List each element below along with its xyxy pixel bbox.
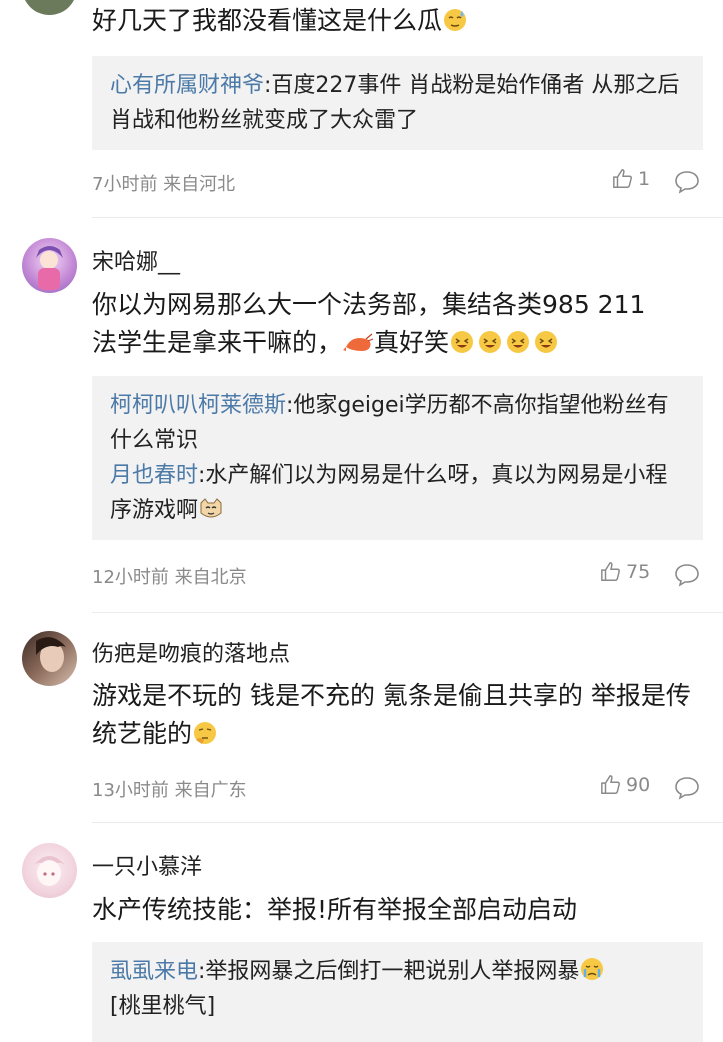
- reply-item[interactable]: 心有所属财神爷:百度227事件 肖战粉是始作俑者 从那之后肖战和他粉丝就变成了大…: [110, 68, 685, 138]
- reply-item[interactable]: 月也春时:水产解们以为网易是什么呀，真以为网易是小程序游戏啊: [110, 458, 685, 528]
- reply-box[interactable]: 虱虱来电:举报网暴之后倒打一耙说别人举报网暴 [桃里桃气]: [92, 942, 703, 1042]
- comment-bubble-icon[interactable]: [674, 776, 700, 800]
- like-count: 90: [626, 774, 651, 796]
- laughing-emoji-icon: [451, 331, 558, 353]
- sweat-emoji-icon: [444, 9, 467, 31]
- comment-text: 好几天了我都没看懂这是什么瓜: [92, 2, 707, 40]
- like-count: 75: [626, 561, 651, 583]
- like-count: 1: [638, 168, 651, 190]
- reply-text: :举报网暴之后倒打一耙说别人举报网暴: [198, 959, 580, 984]
- comment-text: 你以为网易那么大一个法务部，集结各类985 211 法学生是拿来干嘛的， 真好笑: [92, 290, 646, 357]
- divider: [92, 217, 723, 218]
- cat-emoji-icon: [200, 498, 222, 518]
- reply-tail: [桃里桃气]: [110, 994, 216, 1019]
- thumbs-up-icon: [601, 775, 620, 794]
- avatar[interactable]: [22, 0, 77, 15]
- like-button[interactable]: 75: [600, 561, 650, 583]
- username[interactable]: 宋哈娜__: [92, 244, 180, 276]
- reply-box[interactable]: 柯柯叭叭柯莱德斯:他家geigei学历都不高你指望他粉丝有什么常识 月也春时:水…: [92, 376, 703, 540]
- comment-bubble-icon[interactable]: [674, 170, 700, 194]
- reply-author-link[interactable]: 柯柯叭叭柯莱德斯: [110, 393, 286, 418]
- avatar[interactable]: [22, 843, 77, 898]
- username[interactable]: 伤疤是吻痕的落地点: [92, 636, 290, 668]
- divider: [92, 612, 723, 613]
- like-button[interactable]: 1: [612, 168, 650, 190]
- avatar[interactable]: [22, 238, 77, 293]
- reply-item[interactable]: 虱虱来电:举报网暴之后倒打一耙说别人举报网暴: [110, 954, 685, 989]
- reply-author-link[interactable]: 月也春时: [110, 463, 198, 488]
- reply-item[interactable]: 柯柯叭叭柯莱德斯:他家geigei学历都不高你指望他粉丝有什么常识: [110, 388, 685, 458]
- comment-text: 游戏是不玩的 钱是不充的 氪条是偷且共享的 举报是传统艺能的: [92, 681, 691, 748]
- avatar[interactable]: [22, 631, 77, 686]
- thumbs-up-icon: [601, 562, 620, 581]
- comment-meta: 7小时前 来自河北: [92, 174, 236, 195]
- divider: [92, 822, 723, 823]
- reply-author-link[interactable]: 心有所属财神爷: [110, 73, 264, 98]
- thumbs-up-icon: [613, 169, 632, 188]
- thinking-emoji-icon: [194, 722, 217, 744]
- comment-meta: 12小时前 来自北京: [92, 567, 247, 588]
- username[interactable]: 一只小慕洋: [92, 849, 202, 881]
- comment-bubble-icon[interactable]: [674, 563, 700, 587]
- reply-box[interactable]: 心有所属财神爷:百度227事件 肖战粉是始作俑者 从那之后肖战和他粉丝就变成了大…: [92, 56, 703, 150]
- reply-author-link[interactable]: 虱虱来电: [110, 959, 198, 984]
- comment-text: 水产传统技能：举报!所有举报全部启动启动: [92, 895, 578, 924]
- crying-emoji-icon: [581, 958, 604, 980]
- shrimp-emoji-icon: [343, 333, 374, 351]
- comment-meta: 13小时前 来自广东: [92, 780, 247, 801]
- like-button[interactable]: 90: [600, 774, 650, 796]
